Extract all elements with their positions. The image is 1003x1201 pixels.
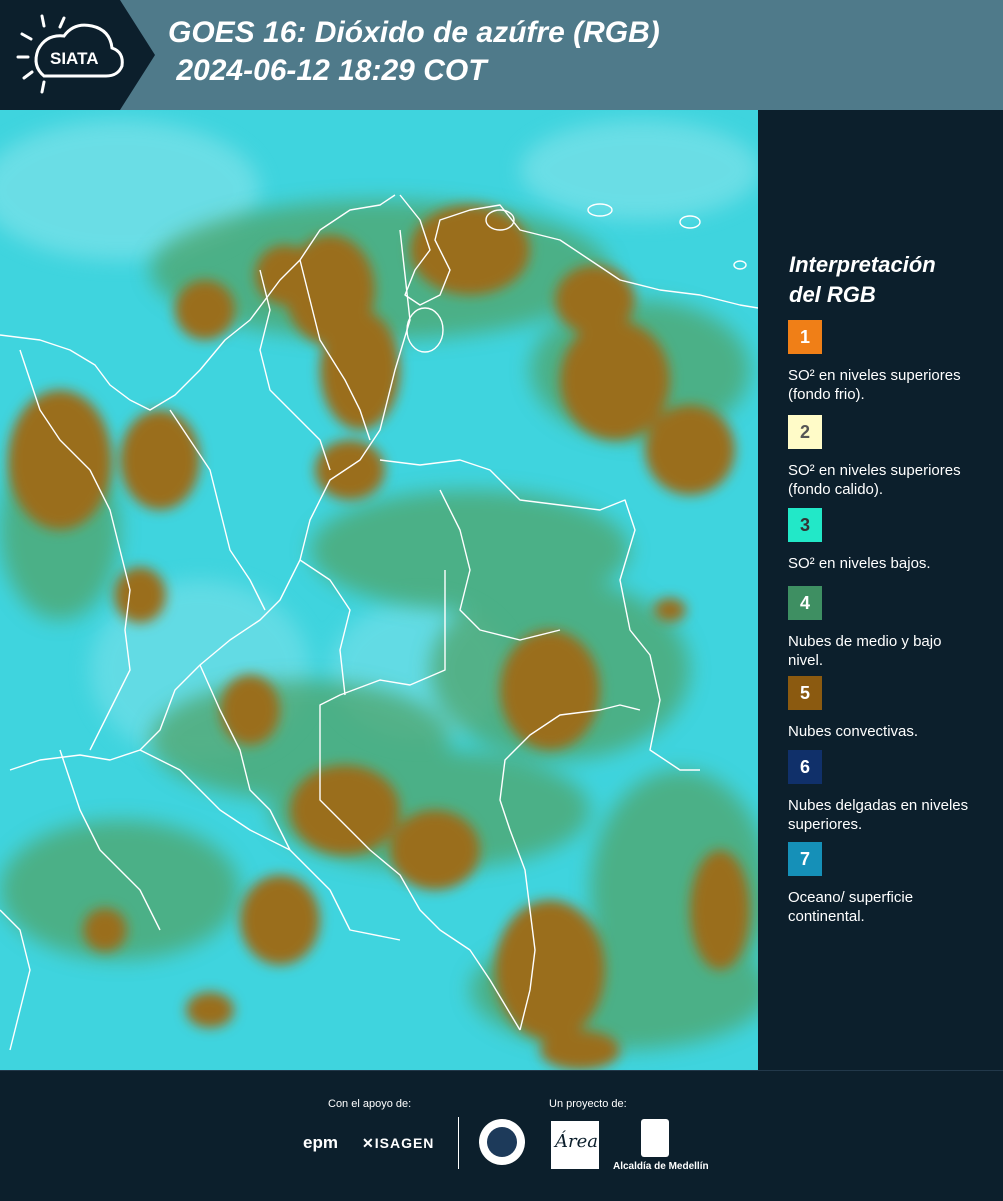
legend-label: SO² en niveles superiores (fondo calido)… <box>788 462 961 498</box>
legend-item: 4 Nubes de medio y bajo nivel. <box>788 586 988 670</box>
footer: Con el apoyo de: Un proyecto de: epm ✕IS… <box>0 1070 1003 1201</box>
legend-title: Interpretación del RGB <box>789 250 989 310</box>
legend-item: 1 SO² en niveles superiores (fondo frio). <box>788 320 988 404</box>
legend-label: SO² en niveles bajos. <box>788 555 931 572</box>
area-metropolitana-logo: Área <box>551 1121 599 1169</box>
legend-swatch: 1 <box>788 320 822 354</box>
legend-label: Oceano/ superficie continental. <box>788 889 914 925</box>
isagen-logo: ✕ISAGEN <box>362 1135 434 1152</box>
legend-label: Nubes delgadas en niveles superiores. <box>788 797 969 833</box>
alcaldia-label: Alcaldía de Medellín <box>613 1161 709 1172</box>
legend-title-line2: del RGB <box>789 282 876 307</box>
area-logo-text: Área <box>555 1131 598 1152</box>
project-label: Un proyecto de: <box>549 1098 627 1110</box>
legend-swatch: 4 <box>788 586 822 620</box>
logo-text: SIATA <box>50 49 98 68</box>
legend-label: SO² en niveles superiores (fondo frio). <box>788 367 961 403</box>
epm-logo: epm <box>303 1133 338 1152</box>
legend-item: 2 SO² en niveles superiores (fondo calido… <box>788 415 988 499</box>
satellite-map <box>0 110 758 1070</box>
page-title: GOES 16: Dióxido de azúfre (RGB) 2024-06… <box>168 14 660 90</box>
legend-item: 6 Nubes delgadas en niveles superiores. <box>788 750 988 834</box>
siata-logo: SIATA <box>16 14 124 94</box>
alcaldia-shield-icon <box>641 1119 669 1157</box>
medellin-seal-icon <box>479 1119 525 1165</box>
footer-divider <box>458 1117 459 1169</box>
legend-swatch: 2 <box>788 415 822 449</box>
isagen-mark-icon: ✕ <box>362 1135 375 1151</box>
legend-swatch: 3 <box>788 508 822 542</box>
satellite-image <box>0 110 758 1070</box>
legend-item: 7 Oceano/ superficie continental. <box>788 842 988 926</box>
legend-panel: Interpretación del RGB 1 SO² en niveles s… <box>762 110 1003 1070</box>
header-bar: SIATA GOES 16: Dióxido de azúfre (RGB) 2… <box>0 0 1003 110</box>
title-product: GOES 16: Dióxido de azúfre (RGB) <box>168 16 660 49</box>
legend-swatch: 6 <box>788 750 822 784</box>
support-label: Con el apoyo de: <box>328 1098 412 1110</box>
legend-item: 5 Nubes convectivas. <box>788 676 988 741</box>
isagen-text: ISAGEN <box>374 1135 435 1151</box>
legend-swatch: 5 <box>788 676 822 710</box>
legend-label: Nubes convectivas. <box>788 723 919 740</box>
legend-title-line1: Interpretación <box>789 252 936 277</box>
legend-item: 3 SO² en niveles bajos. <box>788 508 988 573</box>
legend-swatch: 7 <box>788 842 822 876</box>
title-timestamp: 2024-06-12 18:29 COT <box>168 54 487 87</box>
legend-label: Nubes de medio y bajo nivel. <box>788 633 942 669</box>
